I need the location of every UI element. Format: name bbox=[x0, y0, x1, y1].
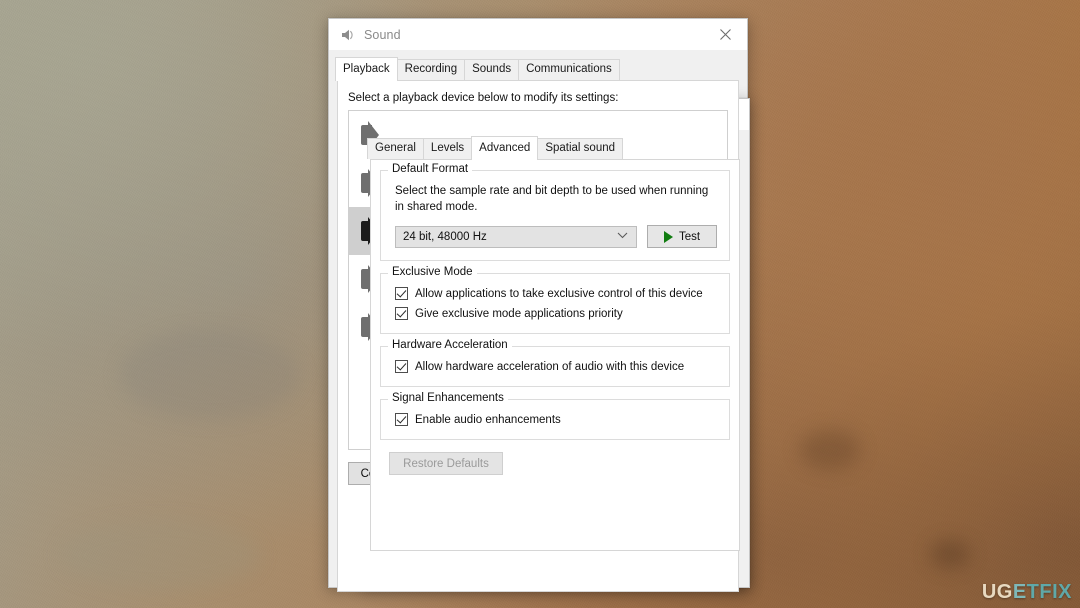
hardware-acceleration-checkbox-label: Allow hardware acceleration of audio wit… bbox=[415, 360, 685, 373]
tab-advanced[interactable]: Advanced bbox=[471, 136, 539, 160]
hardware-acceleration-label: Hardware Acceleration bbox=[388, 339, 512, 351]
texture-blotch bbox=[60, 520, 260, 590]
close-icon[interactable] bbox=[703, 19, 747, 49]
hardware-acceleration-checkbox-row[interactable]: Allow hardware acceleration of audio wit… bbox=[395, 360, 717, 373]
watermark-part-ug: UG bbox=[981, 581, 1013, 603]
sample-rate-value: 24 bit, 48000 Hz bbox=[403, 230, 487, 243]
sound-window-title: Sound bbox=[364, 27, 401, 42]
sample-rate-dropdown[interactable]: 24 bit, 48000 Hz bbox=[395, 225, 637, 248]
exclusive-priority-label: Give exclusive mode applications priorit… bbox=[415, 307, 623, 320]
default-format-row: 24 bit, 48000 Hz Test bbox=[395, 225, 717, 248]
tab-general[interactable]: General bbox=[367, 138, 424, 159]
chevron-down-icon bbox=[617, 231, 628, 242]
audio-enhancements-checkbox-row[interactable]: Enable audio enhancements bbox=[395, 413, 717, 426]
default-format-description: Select the sample rate and bit depth to … bbox=[395, 185, 709, 213]
properties-tabstrip[interactable]: General Levels Advanced Spatial sound bbox=[361, 136, 749, 160]
speakers-properties-dialog[interactable]: Speakers Properties General Levels Advan… bbox=[360, 98, 750, 588]
tab-sounds[interactable]: Sounds bbox=[464, 59, 520, 80]
signal-enhancements-label: Signal Enhancements bbox=[388, 392, 508, 404]
texture-blotch bbox=[800, 430, 860, 470]
hardware-acceleration-group: Hardware Acceleration Allow hardware acc… bbox=[380, 339, 730, 387]
audio-enhancements-checkbox[interactable] bbox=[395, 413, 408, 426]
texture-blotch bbox=[930, 540, 970, 568]
advanced-tab-panel: Default Format Select the sample rate an… bbox=[370, 159, 740, 551]
signal-enhancements-group: Signal Enhancements Enable audio enhance… bbox=[380, 392, 730, 440]
speaker-icon bbox=[339, 27, 355, 43]
sound-tabstrip[interactable]: Playback Recording Sounds Communications bbox=[329, 57, 747, 81]
desktop-background: Sound Playback Recording Sounds Communic… bbox=[0, 0, 1080, 608]
playback-hint-text: Select a playback device below to modify… bbox=[348, 92, 619, 104]
tab-levels[interactable]: Levels bbox=[422, 138, 473, 159]
exclusive-control-label: Allow applications to take exclusive con… bbox=[415, 287, 703, 300]
hardware-acceleration-checkbox[interactable] bbox=[395, 360, 408, 373]
watermark-part-fix: TFIX bbox=[1026, 581, 1072, 603]
tab-recording[interactable]: Recording bbox=[396, 59, 466, 80]
exclusive-priority-checkbox[interactable] bbox=[395, 307, 408, 320]
restore-defaults-button[interactable]: Restore Defaults bbox=[389, 452, 503, 475]
texture-blotch bbox=[120, 330, 300, 420]
play-icon bbox=[663, 230, 673, 243]
tab-communications[interactable]: Communications bbox=[518, 59, 620, 80]
exclusive-control-checkbox-row[interactable]: Allow applications to take exclusive con… bbox=[395, 287, 717, 300]
tab-playback[interactable]: Playback bbox=[335, 57, 398, 81]
tab-spatial-sound[interactable]: Spatial sound bbox=[537, 138, 624, 159]
exclusive-mode-group: Exclusive Mode Allow applications to tak… bbox=[380, 266, 730, 334]
exclusive-mode-label: Exclusive Mode bbox=[388, 266, 477, 278]
sound-window-titlebar: Sound bbox=[329, 19, 747, 50]
test-button-label: Test bbox=[678, 230, 701, 243]
audio-enhancements-label: Enable audio enhancements bbox=[415, 413, 561, 426]
exclusive-control-checkbox[interactable] bbox=[395, 287, 408, 300]
test-button[interactable]: Test bbox=[647, 225, 717, 248]
ugetfix-watermark: UG E TFIX bbox=[982, 581, 1072, 604]
default-format-group: Default Format Select the sample rate an… bbox=[380, 163, 730, 261]
default-format-label: Default Format bbox=[388, 163, 473, 175]
watermark-part-e: E bbox=[1012, 581, 1027, 603]
exclusive-priority-checkbox-row[interactable]: Give exclusive mode applications priorit… bbox=[395, 307, 717, 320]
restore-defaults-row: Restore Defaults bbox=[389, 452, 739, 475]
